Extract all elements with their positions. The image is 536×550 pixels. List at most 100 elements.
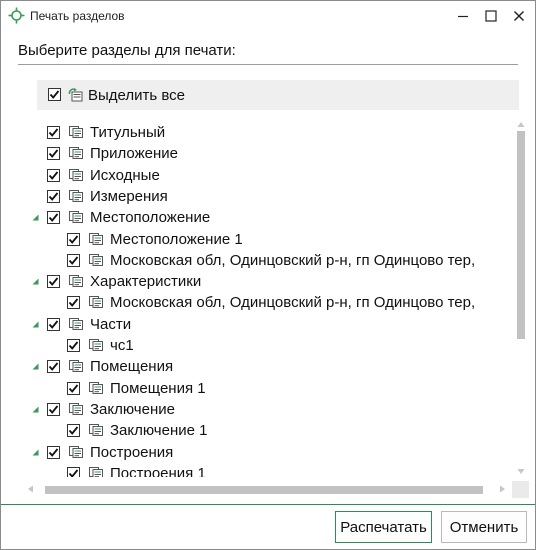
checkmark-icon: [48, 171, 59, 180]
tree-row[interactable]: чс1: [17, 335, 503, 356]
vertical-scrollbar[interactable]: [511, 119, 531, 479]
section-checkbox[interactable]: [47, 168, 60, 182]
section-doc-icon: [69, 211, 83, 224]
tree-row[interactable]: Измерения: [17, 186, 503, 207]
checkmark-icon: [68, 384, 79, 393]
tree-row[interactable]: Помещения 1: [17, 378, 503, 399]
section-label: Измерения: [90, 187, 168, 205]
checkmark-icon: [48, 405, 59, 414]
section-label: Московская обл, Одинцовский р-н, гп Один…: [110, 251, 476, 269]
checkmark-icon: [68, 426, 79, 436]
section-checkbox[interactable]: [47, 445, 60, 459]
section-label: Местоположение: [90, 209, 211, 227]
tree-row[interactable]: Местоположение: [17, 207, 503, 228]
checkmark-icon: [68, 298, 79, 308]
section-label: Исходные: [90, 166, 160, 184]
section-label: Характеристики: [90, 273, 202, 291]
section-doc-icon: [69, 275, 83, 288]
section-doc-icon: [69, 168, 83, 181]
checkmark-icon: [48, 149, 59, 159]
horizontal-scrollbar[interactable]: [17, 479, 511, 499]
print-sections-dialog: Печать разделов Выберите разделы для печ…: [0, 0, 536, 550]
section-label: Построения: [90, 443, 174, 461]
section-label: чс1: [110, 337, 134, 354]
checkmark-icon: [68, 234, 79, 244]
tree-row[interactable]: Помещения: [17, 356, 503, 377]
section-checkbox[interactable]: [47, 189, 60, 203]
section-label: Московская обл, Одинцовский р-н, гп Один…: [110, 294, 476, 312]
title-bar: Печать разделов: [1, 1, 535, 31]
section-checkbox[interactable]: [47, 275, 60, 289]
section-checkbox[interactable]: [67, 381, 80, 395]
section-label: Заключение 1: [110, 422, 208, 440]
footer-divider: [1, 504, 535, 505]
expand-arrow-icon[interactable]: [32, 363, 39, 370]
checkmark-icon: [48, 192, 59, 201]
section-checkbox[interactable]: [67, 339, 80, 352]
expand-arrow-icon[interactable]: [32, 449, 39, 456]
section-doc-icon: [89, 381, 103, 394]
section-checkbox[interactable]: [67, 296, 80, 310]
scroll-down-icon: [517, 469, 525, 474]
tree-row[interactable]: Построения 1: [17, 463, 503, 477]
prompt-label: Выберите разделы для печати:: [18, 42, 236, 59]
tree-row[interactable]: Приложение: [17, 143, 503, 164]
section-checkbox[interactable]: [67, 232, 80, 246]
tree-row[interactable]: Титульный: [17, 122, 503, 143]
tree-row[interactable]: Исходные: [17, 165, 503, 186]
section-checkbox[interactable]: [47, 147, 60, 161]
scroll-left-icon: [28, 485, 33, 493]
select-all-checkbox[interactable]: [48, 88, 61, 101]
minimize-icon: [458, 15, 468, 18]
checkmark-icon: [68, 469, 79, 477]
expand-arrow-icon[interactable]: [32, 321, 39, 328]
section-doc-icon: [89, 466, 103, 477]
close-button[interactable]: [503, 1, 535, 31]
section-checkbox[interactable]: [67, 466, 80, 477]
tree-row[interactable]: Построения: [17, 442, 503, 463]
refresh-doc-icon: [68, 88, 83, 102]
section-doc-icon: [69, 445, 83, 458]
section-checkbox[interactable]: [67, 253, 80, 267]
expand-arrow-icon[interactable]: [32, 214, 39, 221]
section-checkbox[interactable]: [47, 126, 60, 139]
tree-row[interactable]: Московская обл, Одинцовский р-н, гп Один…: [17, 250, 503, 271]
section-doc-icon: [89, 424, 103, 437]
close-icon: [514, 11, 524, 21]
tree-row[interactable]: Характеристики: [17, 271, 503, 292]
tree-row[interactable]: Заключение: [17, 399, 503, 420]
section-label: Приложение: [90, 145, 178, 163]
section-doc-icon: [89, 232, 103, 245]
section-doc-icon: [89, 296, 103, 309]
checkmark-icon: [48, 277, 59, 286]
tree-row[interactable]: Заключение 1: [17, 420, 503, 441]
prompt-divider: [18, 64, 518, 65]
section-checkbox[interactable]: [47, 317, 60, 331]
sections-tree: Титульный Приложение Исходные Измерения Мест…: [17, 119, 503, 477]
vertical-scroll-thumb[interactable]: [517, 131, 525, 339]
section-label: Заключение: [90, 400, 175, 418]
checkmark-icon: [68, 256, 79, 265]
section-label: Титульный: [90, 124, 166, 141]
tree-row[interactable]: Московская обл, Одинцовский р-н, гп Один…: [17, 292, 503, 313]
window-title: Печать разделов: [30, 9, 125, 23]
section-label: Части: [90, 315, 132, 333]
scrollbar-corner: [512, 481, 529, 498]
section-checkbox[interactable]: [47, 402, 60, 416]
horizontal-scroll-thumb[interactable]: [45, 486, 483, 494]
tree-row[interactable]: Части: [17, 314, 503, 335]
section-label: Помещения 1: [110, 379, 206, 397]
select-all-row[interactable]: Выделить все: [37, 80, 519, 110]
cancel-button[interactable]: Отменить: [441, 511, 527, 543]
crosshair-app-icon: [8, 7, 25, 24]
tree-row[interactable]: Местоположение 1: [17, 229, 503, 250]
maximize-icon: [485, 10, 497, 22]
section-checkbox[interactable]: [47, 360, 60, 374]
expand-arrow-icon[interactable]: [32, 406, 39, 413]
expand-arrow-icon[interactable]: [32, 278, 39, 285]
section-checkbox[interactable]: [67, 424, 80, 438]
section-doc-icon: [69, 147, 83, 160]
section-doc-icon: [69, 317, 83, 330]
print-button[interactable]: Распечатать: [335, 511, 432, 543]
section-checkbox[interactable]: [47, 211, 60, 225]
